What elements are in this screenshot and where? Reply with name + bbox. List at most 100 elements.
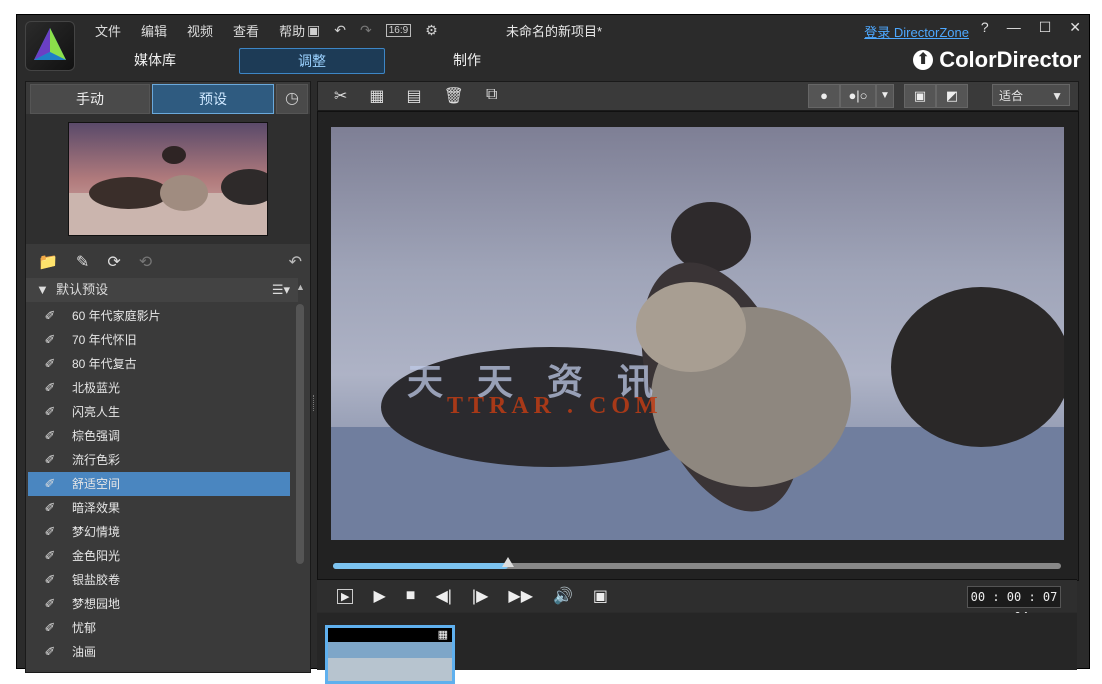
preset-label: 北极蓝光: [72, 381, 121, 395]
zoom-value: 适合: [999, 89, 1024, 103]
zoom-select[interactable]: 适合 ▼: [992, 84, 1070, 106]
previous-frame-icon[interactable]: ◀|: [435, 586, 451, 606]
preset-label: 闪亮人生: [72, 405, 121, 419]
seals-thumbnail-image: [69, 123, 267, 235]
tab-adjust[interactable]: 调整: [239, 48, 385, 74]
preset-list: ✐ 60 年代家庭影片 ✐ 70 年代怀旧 ✐ 80 年代复古 ✐ 北极蓝光 ✐ 闪亮人生 ✐ 棕色强…: [28, 304, 290, 664]
split-icon[interactable]: ✂: [334, 86, 347, 106]
preset-label: 棕色强调: [72, 429, 121, 443]
seals-video-frame: [331, 127, 1064, 540]
preset-brush-icon: ✐: [44, 572, 56, 587]
watermark-line2: TTRAR . COM: [447, 393, 663, 419]
preset-label: 舒适空间: [72, 477, 121, 491]
import-preset-icon[interactable]: ⟳: [107, 252, 120, 272]
preset-item[interactable]: ✐ 舒适空间: [28, 472, 290, 496]
preset-brush-icon: ✐: [44, 524, 56, 539]
preset-preview-area: [26, 114, 310, 244]
new-preset-icon[interactable]: ✎: [76, 252, 89, 272]
preset-brush-icon: ✐: [44, 332, 56, 347]
preset-label: 流行色彩: [72, 453, 121, 467]
preset-brush-icon: ✐: [44, 428, 56, 443]
app-window: 文件 编辑 视频 查看 帮助 ▣ ↶ ↷ 16:9 ⚙ 未命名的新项目* 登录 …: [16, 14, 1090, 684]
seek-bar[interactable]: [333, 557, 1061, 569]
preset-item[interactable]: ✐ 流行色彩: [28, 448, 290, 472]
preset-brush-icon: ✐: [44, 500, 56, 515]
tab-manual[interactable]: 手动: [30, 84, 150, 114]
preset-label: 忧郁: [72, 621, 97, 635]
preset-item[interactable]: ✐ 梦想园地: [28, 592, 290, 616]
upgrade-icon: ⬆: [913, 50, 934, 70]
fast-forward-icon[interactable]: ▶▶: [508, 586, 533, 606]
preset-toolbar: 📁 ✎ ⟳ ⟲: [26, 248, 310, 276]
tab-library[interactable]: 媒体库: [117, 48, 193, 72]
history-icon[interactable]: ◷: [276, 84, 308, 114]
preset-item[interactable]: ✐ 60 年代家庭影片: [28, 304, 290, 328]
export-preset-icon[interactable]: ⟲: [139, 252, 152, 272]
preset-item[interactable]: ✐ 忧郁: [28, 616, 290, 640]
scroll-up-icon[interactable]: ▲: [296, 282, 305, 292]
reset-icon[interactable]: ↶: [289, 252, 302, 272]
volume-icon[interactable]: 🔊: [553, 586, 573, 606]
preset-item[interactable]: ✐ 70 年代怀旧: [28, 328, 290, 352]
preset-label: 金色阳光: [72, 549, 121, 563]
list-options-icon[interactable]: ☰▾: [272, 278, 290, 302]
preset-item[interactable]: ✐ 棕色强调: [28, 424, 290, 448]
preset-item[interactable]: ✐ 梦幻情境: [28, 520, 290, 544]
crop-icon[interactable]: ⧉: [486, 86, 497, 106]
tab-produce[interactable]: 制作: [437, 48, 497, 72]
scrollbar-thumb[interactable]: [296, 304, 304, 564]
preset-item[interactable]: ✐ 北极蓝光: [28, 376, 290, 400]
next-frame-icon[interactable]: |▶: [472, 586, 488, 606]
preset-item[interactable]: ✐ 油画: [28, 640, 290, 664]
full-screen-icon[interactable]: ▣: [904, 84, 936, 108]
tab-preset[interactable]: 预设: [152, 84, 274, 114]
preset-item[interactable]: ✐ 闪亮人生: [28, 400, 290, 424]
view-original-button[interactable]: ●: [808, 84, 840, 108]
preset-group-label: 默认预设: [56, 282, 109, 297]
preset-item[interactable]: ✐ 80 年代复古: [28, 352, 290, 376]
preset-label: 银盐胶卷: [72, 573, 121, 587]
minimize-button[interactable]: —: [1007, 19, 1021, 36]
timecode-display: 00 : 00 : 07 : 04: [967, 586, 1061, 624]
new-folder-icon[interactable]: 📁: [38, 252, 58, 272]
preview-toolbar: ✂ ▦ ▤ 🗑 ⧉ ● ●|○ ▼ ▣ ◩ 适合 ▼: [317, 81, 1079, 111]
view-dropdown-icon[interactable]: ▼: [876, 84, 894, 108]
maximize-button[interactable]: ☐: [1039, 19, 1052, 36]
preview-mode-icon[interactable]: ▶: [337, 588, 354, 604]
clip-thumbnail-image: [328, 628, 452, 681]
preset-brush-icon: ✐: [44, 596, 56, 611]
fit-image-icon[interactable]: ◩: [936, 84, 968, 108]
collapse-arrow-icon: ▼: [36, 282, 49, 297]
brand-logo: ⬆ ColorDirector: [913, 47, 1081, 73]
preset-brush-icon: ✐: [44, 404, 56, 419]
preset-brush-icon: ✐: [44, 620, 56, 635]
video-preview: [331, 127, 1064, 540]
login-link[interactable]: 登录 DirectorZone: [864, 22, 969, 41]
preset-label: 梦想园地: [72, 597, 121, 611]
preset-brush-icon: ✐: [44, 380, 56, 395]
play-icon[interactable]: ▶: [373, 586, 385, 606]
preset-label: 梦幻情境: [72, 525, 121, 539]
preset-item[interactable]: ✐ 银盐胶卷: [28, 568, 290, 592]
brand-name: ColorDirector: [939, 47, 1081, 72]
preset-item[interactable]: ✐ 金色阳光: [28, 544, 290, 568]
close-button[interactable]: ✕: [1069, 19, 1081, 36]
stop-icon[interactable]: ■: [406, 587, 416, 605]
preset-brush-icon: ✐: [44, 548, 56, 563]
playback-controls: ▶ ▶ ■ ◀| |▶ ▶▶ 🔊 ▣ 00 : 00 : 07 : 04: [317, 579, 1077, 624]
preset-scrollbar[interactable]: ▲: [294, 282, 306, 670]
preset-label: 暗泽效果: [72, 501, 121, 515]
preset-group-header[interactable]: ▼ 默认预设 ☰▾: [26, 278, 298, 302]
preset-item[interactable]: ✐ 暗泽效果: [28, 496, 290, 520]
preset-brush-icon: ✐: [44, 308, 56, 323]
clip-thumbnail[interactable]: ▦: [325, 625, 455, 684]
snapshot-icon[interactable]: ▤: [407, 86, 422, 106]
preset-label: 油画: [72, 645, 97, 659]
compare-icon[interactable]: ▦: [369, 86, 384, 106]
seek-handle[interactable]: [501, 557, 514, 567]
view-split-button[interactable]: ●|○: [840, 84, 876, 108]
preset-brush-icon: ✐: [44, 452, 56, 467]
delete-icon[interactable]: 🗑: [444, 86, 464, 106]
snapshot-settings-icon[interactable]: ▣: [593, 586, 608, 606]
help-button[interactable]: ?: [981, 19, 989, 36]
